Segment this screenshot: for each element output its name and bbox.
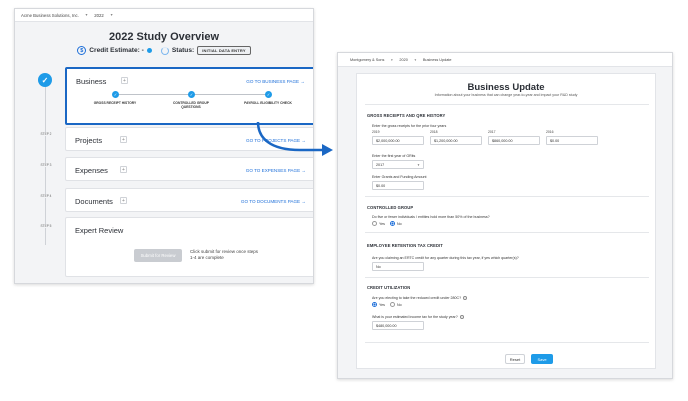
question-label: Do five or fewer individuals / entities … (372, 215, 490, 219)
breadcrumb: Business Update (422, 57, 452, 62)
arrow-head-icon (322, 144, 333, 156)
gross-receipts-2016-input[interactable]: $0.00 (546, 136, 598, 145)
page-title: Business Update (467, 82, 545, 93)
divider (365, 104, 649, 105)
question-text: Are you electing to take the reduced cre… (372, 296, 462, 300)
year-label: 2019 (372, 130, 380, 134)
chevron-down-icon[interactable]: ▼ (414, 58, 417, 62)
chevron-down-icon: ▼ (417, 162, 420, 167)
reset-button[interactable]: Reset (505, 354, 525, 364)
first-year-select[interactable]: 2017 ▼ (372, 160, 424, 169)
company-selector[interactable]: Montgomery & Sons (350, 58, 384, 62)
section-heading: CONTROLLED GROUP (367, 205, 414, 210)
question-label: Enter Grants and Funding Amount (372, 175, 427, 179)
question-label: Are you claiming an ERTC credit for any … (372, 256, 519, 260)
selected-value: 2017 (376, 162, 385, 167)
question-label: Enter the first year of GRits (372, 154, 416, 158)
radio-circle[interactable] (390, 221, 395, 226)
radio-no[interactable]: No (390, 302, 402, 307)
radio-yes[interactable]: Yes (372, 302, 385, 307)
radio-circle[interactable] (390, 302, 395, 307)
question-label: What is your estimated income tax for th… (372, 315, 464, 320)
arrow-path (256, 121, 322, 152)
page-subtitle: Information about your business that can… (434, 93, 578, 97)
ertc-input[interactable]: No (372, 262, 424, 271)
divider (365, 232, 649, 233)
save-button[interactable]: Save (531, 354, 553, 364)
business-update-window: Montgomery & Sons ▼ 2020 ▼ Business Upda… (337, 52, 673, 379)
section-heading: GROSS RECEIPTS AND QRE HISTORY (367, 113, 446, 118)
question-text: What is your estimated income tax for th… (372, 315, 458, 319)
radio-label: No (397, 302, 402, 307)
year-label: 2016 (546, 130, 554, 134)
top-navigation-bar: Montgomery & Sons ▼ 2020 ▼ Business Upda… (338, 53, 672, 67)
info-icon[interactable] (463, 296, 468, 301)
radio-label: Yes (379, 302, 385, 307)
divider (365, 342, 649, 343)
radio-circle[interactable] (372, 302, 377, 307)
chevron-down-icon[interactable]: ▼ (390, 58, 393, 62)
year-selector[interactable]: 2020 (399, 58, 407, 62)
radio-no[interactable]: No (390, 221, 402, 226)
estimated-income-tax-input[interactable]: $480,000.00 (372, 321, 424, 330)
gross-receipts-2017-input[interactable]: $860,000.00 (488, 136, 540, 145)
gross-receipts-2019-input[interactable]: $2,000,000.00 (372, 136, 424, 145)
year-label: 2017 (488, 130, 496, 134)
question-label: Enter the gross receipts for the prior f… (372, 124, 447, 128)
year-label: 2018 (430, 130, 438, 134)
question-label: Are you electing to take the reduced cre… (372, 296, 468, 301)
section-heading: EMPLOYEE RETENTION TAX CREDIT (367, 243, 443, 248)
section-heading: CREDIT UTILIZATION (367, 285, 411, 290)
radio-label: No (397, 221, 402, 226)
divider (365, 277, 649, 278)
grants-amount-input[interactable]: $0.00 (372, 181, 424, 190)
divider (365, 196, 649, 197)
info-icon[interactable] (459, 315, 464, 320)
gross-receipts-2018-input[interactable]: $1,200,000.00 (430, 136, 482, 145)
radio-yes[interactable]: Yes (372, 221, 385, 226)
business-update-form: Business Update Information about your b… (356, 73, 656, 369)
radio-circle[interactable] (372, 221, 377, 226)
radio-label: Yes (379, 221, 385, 226)
